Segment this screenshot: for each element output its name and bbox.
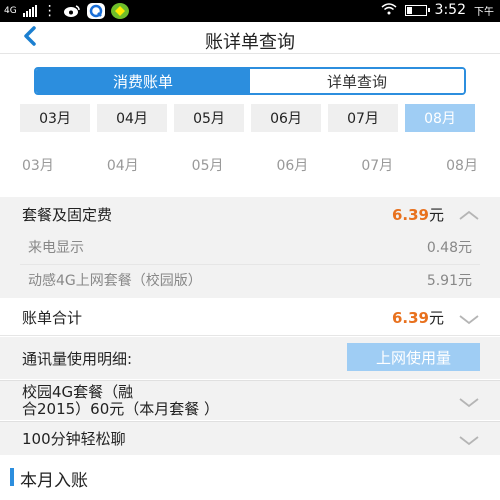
bill-total-amount: 6.39元 bbox=[391, 309, 444, 327]
app-notification-icon bbox=[110, 3, 129, 19]
month-button-08[interactable]: 08月 bbox=[405, 104, 475, 132]
data-usage-button[interactable]: 上网使用量 bbox=[347, 343, 480, 371]
month-button-07[interactable]: 07月 bbox=[328, 104, 398, 132]
tab-detail-query[interactable]: 详单查询 bbox=[250, 69, 464, 93]
fee-item-amount: 5.91元 bbox=[426, 273, 472, 289]
title-bar: 账详单查询 bbox=[0, 22, 500, 54]
month-button-03[interactable]: 03月 bbox=[20, 104, 90, 132]
month-label: 05月 bbox=[191, 158, 224, 174]
month-button-05[interactable]: 05月 bbox=[174, 104, 244, 132]
page-title: 账详单查询 bbox=[205, 32, 295, 53]
status-ampm: 下午 bbox=[474, 6, 494, 18]
bill-tab-group: 消费账单 详单查询 bbox=[34, 67, 466, 95]
chevron-up-icon bbox=[458, 207, 480, 221]
chevron-down-icon bbox=[458, 394, 480, 408]
month-label: 07月 bbox=[361, 158, 394, 174]
battery-icon bbox=[404, 4, 430, 16]
month-label: 06月 bbox=[276, 158, 309, 174]
bill-total-label: 账单合计 bbox=[22, 309, 83, 327]
package-name: 100分钟轻松聊 bbox=[22, 430, 126, 448]
month-label: 08月 bbox=[446, 158, 478, 174]
package-fees-items: 来电显示 0.48元 动感4G上网套餐（校园版） 5.91元 bbox=[0, 231, 500, 298]
package-fees-label: 套餐及固定费 bbox=[22, 205, 113, 224]
tab-consumption-bill[interactable]: 消费账单 bbox=[36, 69, 250, 93]
usage-detail-label: 通讯量使用明细: bbox=[22, 349, 133, 368]
fee-item-label: 动感4G上网套餐（校园版） bbox=[28, 273, 202, 289]
section-accent-bar bbox=[10, 468, 14, 486]
bill-total-row[interactable]: 账单合计 6.39元 bbox=[0, 300, 500, 336]
month-button-04[interactable]: 04月 bbox=[97, 104, 167, 132]
network-type: 4G bbox=[4, 6, 17, 16]
month-button-06[interactable]: 06月 bbox=[251, 104, 321, 132]
fee-item-amount: 0.48元 bbox=[426, 240, 472, 256]
fee-item-label: 来电显示 bbox=[28, 240, 84, 256]
package-fees-amount: 6.39元 bbox=[391, 205, 444, 224]
chevron-down-icon bbox=[458, 432, 480, 446]
divider bbox=[20, 264, 480, 265]
package-row[interactable]: 校园4G套餐（融 合2015）60元（本月套餐 ） bbox=[0, 380, 500, 420]
more-icon: ⋮ bbox=[42, 3, 57, 19]
signal-icon bbox=[22, 5, 37, 17]
month-label: 04月 bbox=[106, 158, 139, 174]
month-income-section: 本月入账 bbox=[0, 462, 500, 492]
wifi-icon bbox=[381, 2, 397, 18]
month-label: 03月 bbox=[22, 158, 54, 174]
status-time: 3:52 bbox=[434, 2, 466, 18]
month-income-title: 本月入账 bbox=[20, 471, 88, 491]
package-name: 校园4G套餐（融 合2015）60元（本月套餐 ） bbox=[22, 383, 220, 418]
status-bar: 4G ⋮ 3:52 下午 bbox=[0, 0, 500, 22]
qq-browser-icon bbox=[86, 3, 105, 19]
package-fees-header[interactable]: 套餐及固定费 6.39元 bbox=[0, 197, 500, 231]
chevron-down-icon bbox=[458, 311, 480, 325]
month-label-strip: 03月 04月 05月 06月 07月 08月 bbox=[0, 155, 500, 175]
weibo-icon bbox=[63, 3, 81, 19]
month-selector: 03月 04月 05月 06月 07月 08月 bbox=[20, 104, 475, 132]
package-row[interactable]: 100分钟轻松聊 bbox=[0, 421, 500, 455]
